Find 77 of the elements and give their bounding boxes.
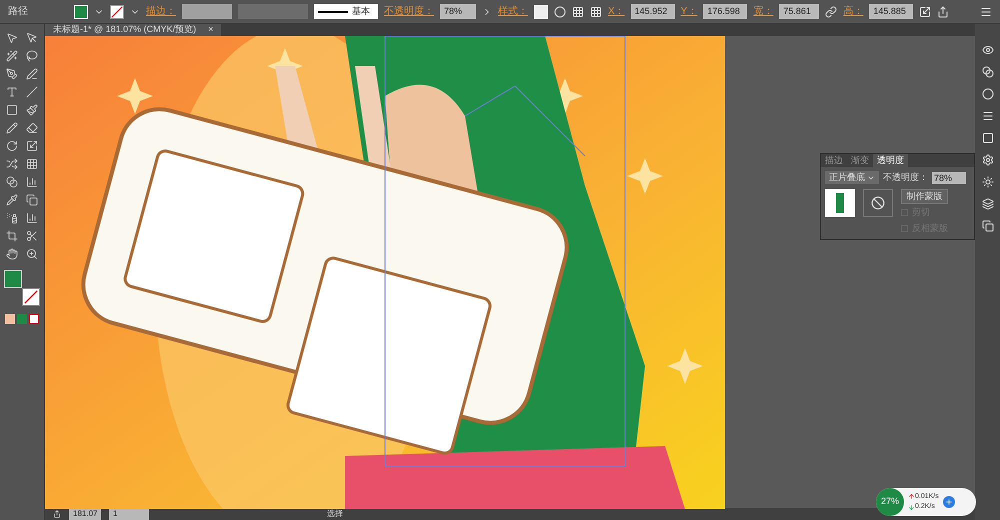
- menu-icon[interactable]: [980, 6, 992, 18]
- stroke-style-dropdown[interactable]: 基本: [314, 4, 378, 19]
- none-slash-icon: [111, 6, 123, 18]
- field-label: 宽：: [753, 4, 774, 19]
- selection-arrow-icon[interactable]: [6, 32, 18, 44]
- field-label: 不透明度：: [384, 4, 434, 19]
- number-field[interactable]: 176.598: [703, 4, 748, 19]
- plus-icon: [944, 498, 953, 506]
- constrain-link-icon[interactable]: [825, 6, 838, 18]
- line-icon[interactable]: [26, 86, 38, 98]
- make-mask-button[interactable]: 制作蒙版: [901, 188, 948, 204]
- eyedropper-icon[interactable]: [6, 194, 18, 206]
- layers-icon[interactable]: [982, 198, 994, 210]
- type-icon[interactable]: [6, 86, 18, 98]
- stroke-swatch[interactable]: [110, 4, 124, 18]
- percent-badge: 27%: [876, 488, 904, 516]
- hand-icon[interactable]: [6, 248, 18, 260]
- zoom-field[interactable]: 181.07: [69, 508, 101, 520]
- number-field[interactable]: 78%: [440, 4, 476, 19]
- style-swatch[interactable]: [534, 4, 548, 18]
- export-icon[interactable]: [53, 510, 61, 518]
- document-tab[interactable]: 未标题-1* @ 181.07% (CMYK/预览) ×: [45, 24, 222, 36]
- circle-icon[interactable]: [982, 88, 994, 100]
- upload-arrow-icon: [908, 493, 915, 500]
- close-tab-button[interactable]: ×: [208, 23, 214, 37]
- color-mode-swatch[interactable]: [5, 314, 15, 324]
- eye-icon[interactable]: [982, 44, 994, 56]
- field-label: Y：: [680, 5, 698, 19]
- blend-icon[interactable]: [6, 176, 18, 188]
- field-label: 描边：: [146, 4, 176, 19]
- field-label: 高：: [843, 4, 864, 19]
- number-field[interactable]: 145.952: [630, 4, 675, 19]
- pen-icon[interactable]: [6, 68, 18, 80]
- direct-selection-arrow-icon[interactable]: [26, 32, 38, 44]
- number-field[interactable]: 145.885: [869, 4, 914, 19]
- gradient-mode-swatch[interactable]: [17, 314, 27, 324]
- rotate-icon[interactable]: [6, 140, 18, 152]
- none-mode-swatch[interactable]: [29, 314, 39, 324]
- plus-button[interactable]: [942, 496, 955, 508]
- magic-wand-icon[interactable]: [6, 50, 18, 62]
- selection-label: 路径: [8, 5, 29, 19]
- panel-tab[interactable]: 透明度: [873, 154, 908, 167]
- stroke-weight-field[interactable]: [182, 4, 232, 19]
- pen-icon[interactable]: [26, 68, 38, 80]
- field-label: X：: [608, 5, 625, 19]
- opacity-field[interactable]: 78%: [932, 172, 966, 184]
- blend-icon[interactable]: [982, 66, 994, 78]
- artboard-field[interactable]: 1: [109, 508, 149, 520]
- download-arrow-icon: [908, 504, 915, 511]
- stroke-color-swatch[interactable]: [22, 288, 40, 306]
- tool-status: 选择: [327, 508, 343, 520]
- number-field[interactable]: 75.861: [779, 4, 820, 19]
- menu-icon[interactable]: [982, 110, 994, 122]
- shape-icon: [836, 192, 844, 212]
- bars-icon[interactable]: [26, 176, 38, 188]
- scale-icon[interactable]: [26, 140, 38, 152]
- panel-tab[interactable]: 渐变: [847, 154, 873, 167]
- zoom-icon[interactable]: [26, 248, 38, 260]
- paintbrush-icon[interactable]: [26, 104, 38, 116]
- eraser-icon[interactable]: [26, 122, 38, 134]
- opacity-label: 不透明度：: [883, 171, 928, 184]
- lasso-icon[interactable]: [26, 50, 38, 62]
- field-label: 样式：: [498, 4, 528, 19]
- copy-icon[interactable]: [982, 220, 994, 232]
- pencil-icon[interactable]: [6, 122, 18, 134]
- blend-mode-dropdown[interactable]: 正片叠底: [825, 171, 879, 184]
- panel-tab[interactable]: 描边: [821, 154, 847, 167]
- none-slash-icon: [24, 290, 38, 304]
- fill-color-swatch[interactable]: [4, 270, 22, 288]
- sun-icon[interactable]: [982, 176, 994, 188]
- rectangle-icon[interactable]: [6, 104, 18, 116]
- settings-icon[interactable]: [982, 154, 994, 166]
- fill-swatch[interactable]: [74, 4, 88, 18]
- copy-icon[interactable]: [26, 194, 38, 206]
- grid-icon[interactable]: [26, 158, 38, 170]
- chart-icon[interactable]: [26, 212, 38, 224]
- no-mask-icon: [871, 196, 885, 210]
